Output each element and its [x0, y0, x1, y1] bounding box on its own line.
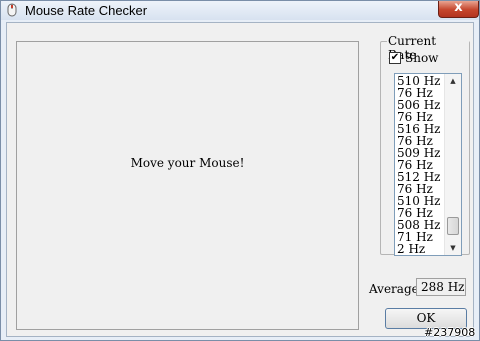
show-checkbox[interactable]: ✔ — [389, 52, 401, 64]
show-label[interactable]: Show — [405, 51, 438, 65]
watermark: #237908 — [424, 326, 476, 339]
mouse-icon — [7, 3, 17, 17]
list-item[interactable]: 2 Hz — [397, 243, 445, 255]
average-value: 288 Hz — [416, 278, 466, 296]
check-icon: ✔ — [390, 52, 400, 63]
average-label: Average — [369, 282, 419, 296]
current-rate-group: Current Rate ✔ Show 510 Hz 76 Hz 506 Hz 76 … — [380, 34, 470, 256]
rate-listbox[interactable]: 510 Hz 76 Hz 506 Hz 76 Hz 516 Hz 76 Hz 509 Hz 7… — [394, 73, 462, 256]
scroll-down-icon[interactable]: ▼ — [445, 241, 461, 255]
close-button[interactable]: x — [438, 0, 479, 18]
scroll-up-icon[interactable]: ▲ — [445, 74, 461, 88]
close-icon: x — [454, 0, 463, 15]
title-bar[interactable]: Mouse Rate Checker x — [1, 0, 479, 20]
move-mouse-message: Move your Mouse! — [130, 156, 245, 170]
app-window: Mouse Rate Checker x Move your Mouse! Cu… — [0, 0, 480, 341]
rate-list: 510 Hz 76 Hz 506 Hz 76 Hz 516 Hz 76 Hz 509 Hz 7… — [397, 75, 445, 255]
client-area: Move your Mouse! Current Rate ✔ Show 510… — [6, 22, 474, 337]
mouse-move-area[interactable]: Move your Mouse! — [16, 41, 359, 330]
scroll-thumb[interactable] — [447, 217, 459, 235]
listbox-scrollbar[interactable]: ▲ ▼ — [444, 74, 461, 255]
window-title: Mouse Rate Checker — [25, 3, 148, 18]
